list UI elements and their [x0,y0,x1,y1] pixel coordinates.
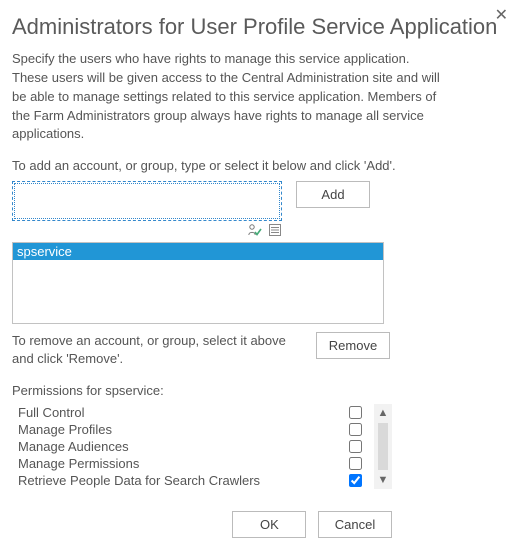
remove-button[interactable]: Remove [316,332,390,359]
permissions-scrollbar[interactable]: ▲ ▼ [374,404,392,489]
dialog-description: Specify the users who have rights to man… [12,50,442,144]
permission-label: Retrieve People Data for Search Crawlers [18,473,349,488]
list-item[interactable]: spservice [13,243,383,260]
admins-listbox[interactable]: spservice [12,242,384,324]
permission-row: Manage Profiles [12,421,368,438]
permission-row: Full Control [12,404,368,421]
cancel-button[interactable]: Cancel [318,511,392,538]
scroll-up-icon[interactable]: ▲ [378,407,389,419]
remove-instruction: To remove an account, or group, select i… [12,332,302,368]
scroll-thumb[interactable] [378,423,388,470]
permission-row: Retrieve People Data for Search Crawlers [12,472,368,489]
permissions-list: Full Control Manage Profiles Manage Audi… [12,404,368,489]
permission-label: Manage Audiences [18,439,349,454]
add-button[interactable]: Add [296,181,370,208]
permission-checkbox-manage-audiences[interactable] [349,440,362,453]
account-input[interactable] [12,181,282,221]
permission-row: Manage Audiences [12,438,368,455]
check-names-icon[interactable] [247,223,262,240]
permission-checkbox-manage-profiles[interactable] [349,423,362,436]
permission-checkbox-retrieve-people[interactable] [349,474,362,487]
permission-label: Full Control [18,405,349,420]
scroll-down-icon[interactable]: ▼ [378,474,389,486]
permission-checkbox-manage-permissions[interactable] [349,457,362,470]
add-instruction: To add an account, or group, type or sel… [12,158,504,173]
ok-button[interactable]: OK [232,511,306,538]
browse-icon[interactable] [268,223,282,240]
dialog-title: Administrators for User Profile Service … [12,14,504,40]
permission-label: Manage Permissions [18,456,349,471]
permission-label: Manage Profiles [18,422,349,437]
permissions-label: Permissions for spservice: [12,383,504,398]
permission-row: Manage Permissions [12,455,368,472]
permission-checkbox-full-control[interactable] [349,406,362,419]
close-icon[interactable]: ✕ [495,8,508,24]
